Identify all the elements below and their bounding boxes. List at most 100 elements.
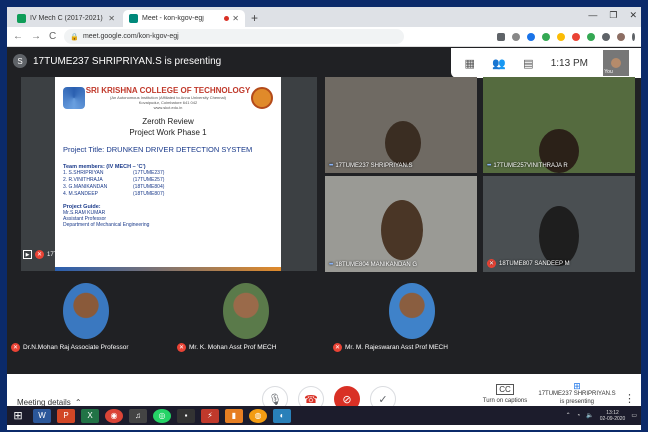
close-window-button[interactable]: ✕ <box>629 10 637 21</box>
people-icon[interactable]: 👥 <box>492 57 506 70</box>
slide-review: Zeroth Review <box>142 117 194 126</box>
network-icon[interactable]: ◔ <box>577 413 581 419</box>
taskbar-app-tool[interactable]: ⚡ <box>201 408 219 423</box>
participant-name: Dr.N.Mohan Raj Associate Professor <box>23 344 129 351</box>
participant-avatar <box>63 283 109 339</box>
back-arrow-icon[interactable]: ← <box>13 31 23 42</box>
taskbar-app-word[interactable]: W <box>33 408 51 423</box>
participant-tile[interactable]: ••• 17TUME237 SHRIPRIYAN.S <box>325 77 477 173</box>
college-logo-right-icon <box>251 87 273 109</box>
windows-start-icon[interactable]: ⊞ <box>9 409 27 423</box>
profile-avatar[interactable] <box>617 32 625 41</box>
taskbar-app-chrome[interactable]: ◉ <box>105 408 123 423</box>
member-row: 2. R.VINITHRAJA (17TUME257) <box>63 177 165 183</box>
forward-arrow-icon[interactable]: → <box>31 31 41 42</box>
system-tray: ⌃ ◔ 🔈 13:12 02-09-2020 ▭ <box>566 410 641 422</box>
meet-stage: S 17TUME237 SHRIPRIYAN.S is presenting ▦… <box>7 48 641 430</box>
participant-tile[interactable]: ••• 17TUME257VINITHRAJA R <box>483 77 635 173</box>
chat-icon[interactable]: ▤ <box>521 57 535 70</box>
taskbar-app-powerpoint[interactable]: P <box>57 408 75 423</box>
notification-icon[interactable]: ▭ <box>631 412 637 419</box>
star-icon[interactable] <box>512 32 520 41</box>
presentation-tile[interactable]: SRI KRISHNA COLLEGE OF TECHNOLOGY (An Au… <box>21 77 317 271</box>
windows-taskbar: ⊞ W P X ◉ ♫ ◎ ▪ ⚡ ▮ ◍ ◐ ⌃ ◔ 🔈 13:12 02-0… <box>7 406 641 425</box>
minimize-button[interactable]: — <box>588 10 597 21</box>
present-screen-icon: ▶ <box>23 250 32 259</box>
meeting-clock: 1:13 PM <box>550 57 588 69</box>
window-controls: — ❐ ✕ <box>588 10 637 21</box>
slide-footer-bar <box>55 267 281 271</box>
member-row: 4. M.SANDEEP (18TUME807) <box>63 191 165 197</box>
screen-frame: IV Mech C (2017-2021) Project C ✕ Meet -… <box>0 0 648 432</box>
tray-clock[interactable]: 13:12 02-09-2020 <box>600 410 626 422</box>
mic-off-icon: ✕ <box>11 343 20 352</box>
presentation-tile-label: ▶ ✕ 17T <box>23 250 57 259</box>
taskbar-app-notes[interactable]: ▮ <box>225 408 243 423</box>
presenting-button[interactable]: ⊞ 17TUME237 SHRIPRIYAN.S is presenting <box>537 382 617 406</box>
taskbar-app-media[interactable]: ♫ <box>129 408 147 423</box>
tray-chevron-icon[interactable]: ⌃ <box>566 412 571 419</box>
tab-project-doc[interactable]: IV Mech C (2017-2021) Project C ✕ <box>11 10 121 27</box>
close-tab-icon[interactable]: ✕ <box>232 14 239 23</box>
sheets-favicon-icon <box>17 14 26 23</box>
college-logo-left-icon <box>63 87 85 109</box>
presenter-text: 17TUME237 SHRIPRIYAN.S is presenting <box>33 55 222 67</box>
presenting-line-2: is presenting <box>559 399 595 405</box>
participant-name: 17TUME257VINITHRAJA R <box>493 163 568 169</box>
extension-c-icon[interactable] <box>527 32 535 41</box>
taskbar-app-generic[interactable]: ▪ <box>177 408 195 423</box>
participant-tile[interactable]: ✕ Mr. M. Rajeswaran Asst Prof MECH <box>329 283 489 363</box>
participant-name: 18TUME804 MANIKANDAN G <box>335 262 418 268</box>
tab-meet[interactable]: Meet - kon-kgov-egj ✕ <box>123 10 245 27</box>
participant-tile[interactable]: ✕ 18TUME807 SANDEEP M <box>483 176 635 272</box>
grid-layout-icon[interactable]: ▦ <box>463 57 477 70</box>
address-bar[interactable]: 🔒 meet.google.com/kon-kgov-egj <box>64 29 405 44</box>
participant-tile[interactable]: ✕ Mr. K. Mohan Asst Prof MECH <box>167 283 327 363</box>
close-tab-icon[interactable]: ✕ <box>108 14 115 23</box>
participant-avatar <box>389 283 435 339</box>
college-sub-3: www.skct.edu.in <box>153 105 183 110</box>
audio-dots-icon: ••• <box>329 262 333 268</box>
presentation-slide: SRI KRISHNA COLLEGE OF TECHNOLOGY (An Au… <box>55 77 281 271</box>
taskbar-app-whatsapp[interactable]: ◎ <box>153 408 171 423</box>
participant-tile[interactable]: ✕ Dr.N.Mohan Raj Associate Professor <box>7 283 167 363</box>
puzzle-icon[interactable] <box>602 32 610 41</box>
self-avatar <box>611 58 622 68</box>
presenter-avatar: S <box>13 54 27 68</box>
maximize-button[interactable]: ❐ <box>609 10 617 21</box>
browser-tab-strip: IV Mech C (2017-2021) Project C ✕ Meet -… <box>7 7 641 27</box>
extension-red-icon[interactable] <box>572 32 580 41</box>
taskbar-app-excel[interactable]: X <box>81 408 99 423</box>
slide-phase: Project Work Phase 1 <box>129 128 207 137</box>
more-options-icon[interactable]: ⋮ <box>624 392 635 405</box>
college-text: SRI KRISHNA COLLEGE OF TECHNOLOGY (An Au… <box>85 86 251 110</box>
camera-icon[interactable] <box>497 32 505 41</box>
presenter-banner: S 17TUME237 SHRIPRIYAN.S is presenting <box>13 54 221 68</box>
guide-line: Department of Mechanical Engineering <box>63 222 150 228</box>
presenting-line-1: 17TUME237 SHRIPRIYAN.S <box>538 391 616 397</box>
reload-icon[interactable]: C <box>49 31 56 42</box>
captions-button[interactable]: CC Turn on captions <box>475 384 535 404</box>
participant-name: 17TUME237 SHRIPRIYAN.S <box>335 163 413 169</box>
mic-off-icon: ✕ <box>333 343 342 352</box>
participant-name: 18TUME807 SANDEEP M <box>499 261 570 267</box>
menu-dots-icon[interactable] <box>632 32 635 41</box>
participant-name: Mr. M. Rajeswaran Asst Prof MECH <box>345 344 448 351</box>
url-text: meet.google.com/kon-kgov-egj <box>82 33 179 40</box>
college-name: SRI KRISHNA COLLEGE OF TECHNOLOGY <box>85 86 251 95</box>
participant-video <box>381 200 423 260</box>
extension-g-icon[interactable] <box>542 32 550 41</box>
extension-shield-icon[interactable] <box>557 32 565 41</box>
new-tab-button[interactable]: + <box>251 10 258 27</box>
self-view-tile[interactable]: You <box>603 50 630 76</box>
slide-project-title: Project Title: DRUNKEN DRIVER DETECTION … <box>63 145 253 154</box>
participant-video <box>385 121 421 165</box>
slide-header: SRI KRISHNA COLLEGE OF TECHNOLOGY (An Au… <box>63 83 273 113</box>
extension-check-icon[interactable] <box>587 32 595 41</box>
taskbar-app-edge[interactable]: ◐ <box>273 408 291 423</box>
volume-icon[interactable]: 🔈 <box>586 412 593 419</box>
participant-tile[interactable]: ••• 18TUME804 MANIKANDAN G <box>325 176 477 272</box>
mic-off-icon: ✕ <box>487 259 496 268</box>
taskbar-app-browser[interactable]: ◍ <box>249 408 267 423</box>
meet-favicon-icon <box>129 14 138 23</box>
